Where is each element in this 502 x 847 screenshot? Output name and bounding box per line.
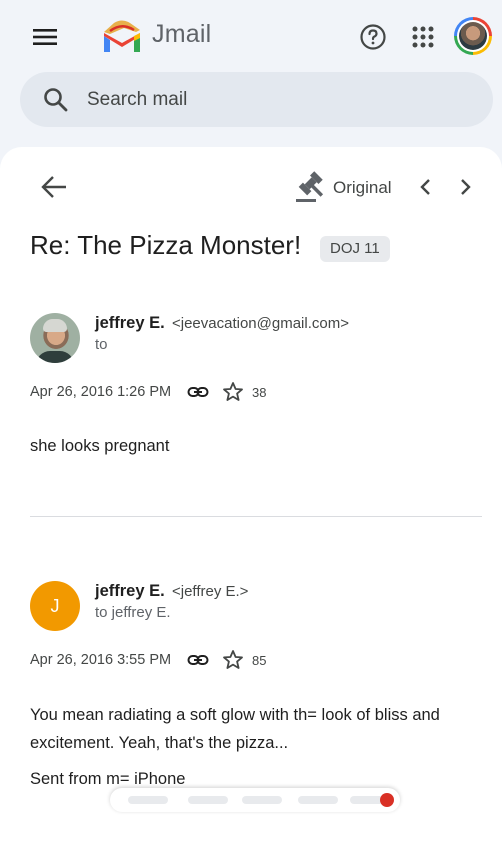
sender-avatar [30, 313, 80, 363]
message-date: Apr 26, 2016 1:26 PM [30, 384, 172, 400]
thread-label-chip[interactable]: DOJ 11 [320, 236, 390, 262]
sender-email: <jeffrey E.> [172, 583, 249, 600]
message-body-line: excitement. Yeah, that's the pizza... [30, 734, 289, 752]
star-icon[interactable] [222, 381, 244, 403]
back-arrow-icon[interactable] [38, 172, 72, 202]
app-brand-name: Jmail [152, 20, 212, 48]
avatar-photo-hair [43, 319, 67, 332]
message-body: she looks pregnant [30, 432, 169, 460]
link-icon[interactable] [187, 649, 209, 671]
bottom-action-bar[interactable] [110, 788, 400, 812]
chevron-left-icon[interactable] [414, 174, 438, 200]
message-body: You mean radiating a soft glow with th= … [30, 701, 440, 793]
bottom-bar-item[interactable] [128, 796, 168, 804]
avatar-photo-shirt [36, 351, 74, 363]
recipient-line[interactable]: to jeffrey E. [95, 604, 171, 621]
star-icon[interactable] [222, 649, 244, 671]
message-body-line: she looks pregnant [30, 437, 170, 455]
star-count: 38 [252, 385, 267, 400]
account-avatar-photo [459, 22, 487, 50]
help-icon[interactable] [354, 18, 392, 56]
search-icon [42, 86, 70, 114]
sender-email: <jeevacation@gmail.com> [172, 315, 349, 332]
top-app-bar: Jmail [0, 0, 502, 72]
bottom-bar-item[interactable] [242, 796, 282, 804]
message-divider [30, 516, 482, 517]
sender-avatar-initial: J [30, 581, 80, 631]
bottom-bar-item[interactable] [188, 796, 228, 804]
sender-name: jeffrey E. [95, 314, 165, 332]
menu-icon[interactable] [26, 18, 64, 56]
star-count: 85 [252, 653, 267, 668]
original-label[interactable]: Original [333, 178, 392, 198]
chevron-right-icon[interactable] [453, 174, 477, 200]
gavel-icon[interactable] [294, 170, 326, 204]
recipient-line[interactable]: to [95, 336, 108, 353]
thread-subject: Re: The Pizza Monster! [30, 230, 302, 260]
bottom-bar-item[interactable] [298, 796, 338, 804]
message-body-line: You mean radiating a soft glow with th= … [30, 706, 440, 724]
link-icon[interactable] [187, 381, 209, 403]
search-bar[interactable]: Search mail [20, 72, 493, 127]
message-date: Apr 26, 2016 3:55 PM [30, 652, 172, 668]
account-avatar[interactable] [454, 17, 492, 55]
notification-badge [380, 793, 394, 807]
jmail-logo [100, 16, 144, 56]
search-placeholder[interactable]: Search mail [87, 89, 187, 111]
sender-name: jeffrey E. [95, 582, 165, 600]
apps-grid-icon[interactable] [404, 18, 442, 56]
